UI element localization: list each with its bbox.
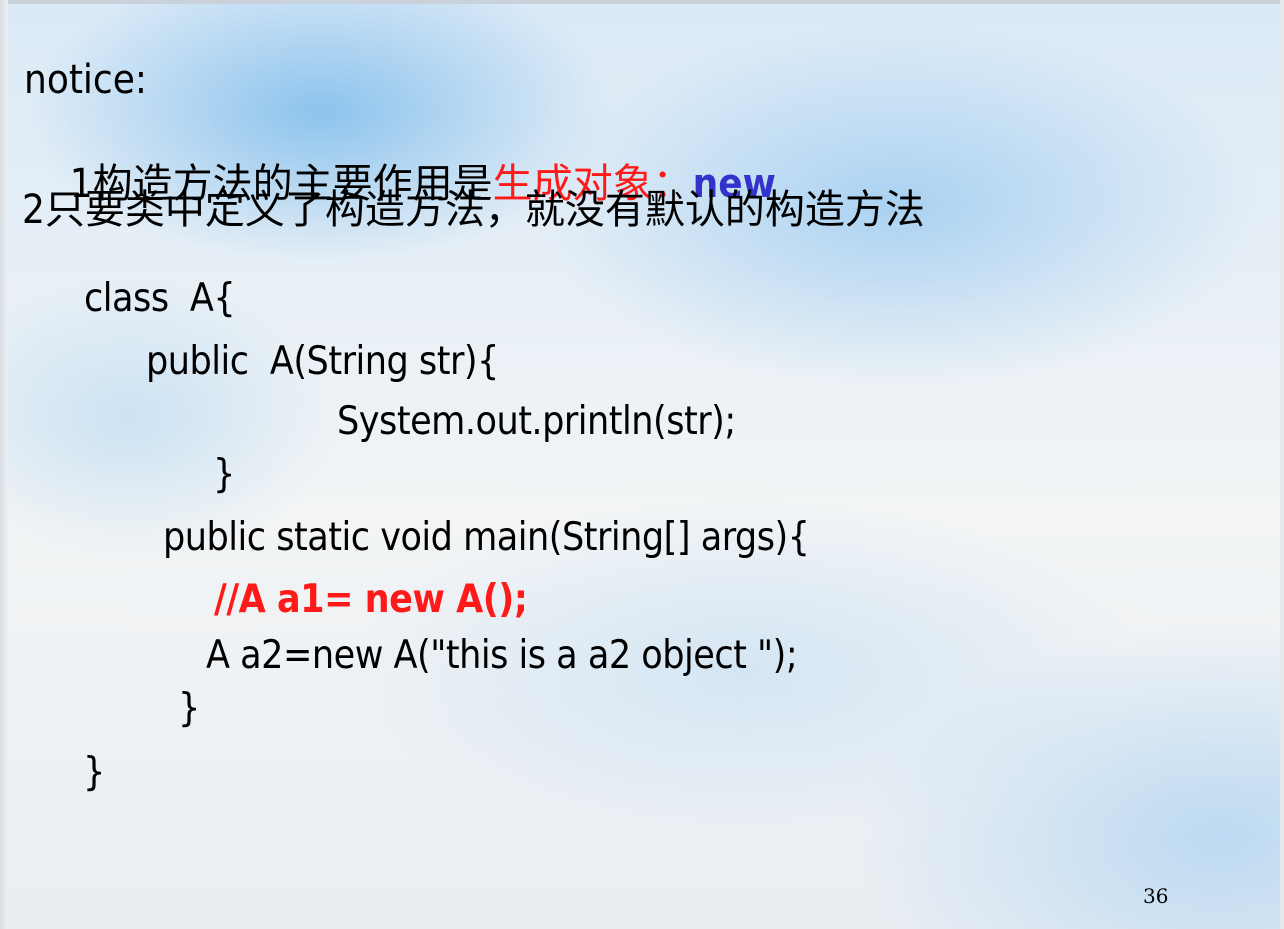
code-line-3: System.out.println(str); [337,399,736,444]
slide-frame-top [0,0,1284,4]
slide: notice: 1构造方法的主要作用是生成对象：new 2只要类中定义了构造方法… [0,0,1284,929]
code-line-8: } [178,686,200,731]
code-line-2: public A(String str){ [146,339,499,384]
code-line-5: public static void main(String[] args){ [163,515,810,560]
point-2: 2只要类中定义了构造方法，就没有默认的构造方法 [22,187,925,233]
slide-frame-left [0,0,8,929]
code-line-6-comment: //A a1= new A(); [214,577,528,622]
slide-frame-right [1280,0,1284,929]
code-line-7: A a2=new A("this is a a2 object "); [206,633,798,678]
code-line-9: } [83,750,105,795]
code-line-4: } [213,452,235,497]
page-number: 36 [1143,884,1169,908]
notice-label: notice: [24,57,147,103]
code-line-1: class A{ [84,276,236,321]
